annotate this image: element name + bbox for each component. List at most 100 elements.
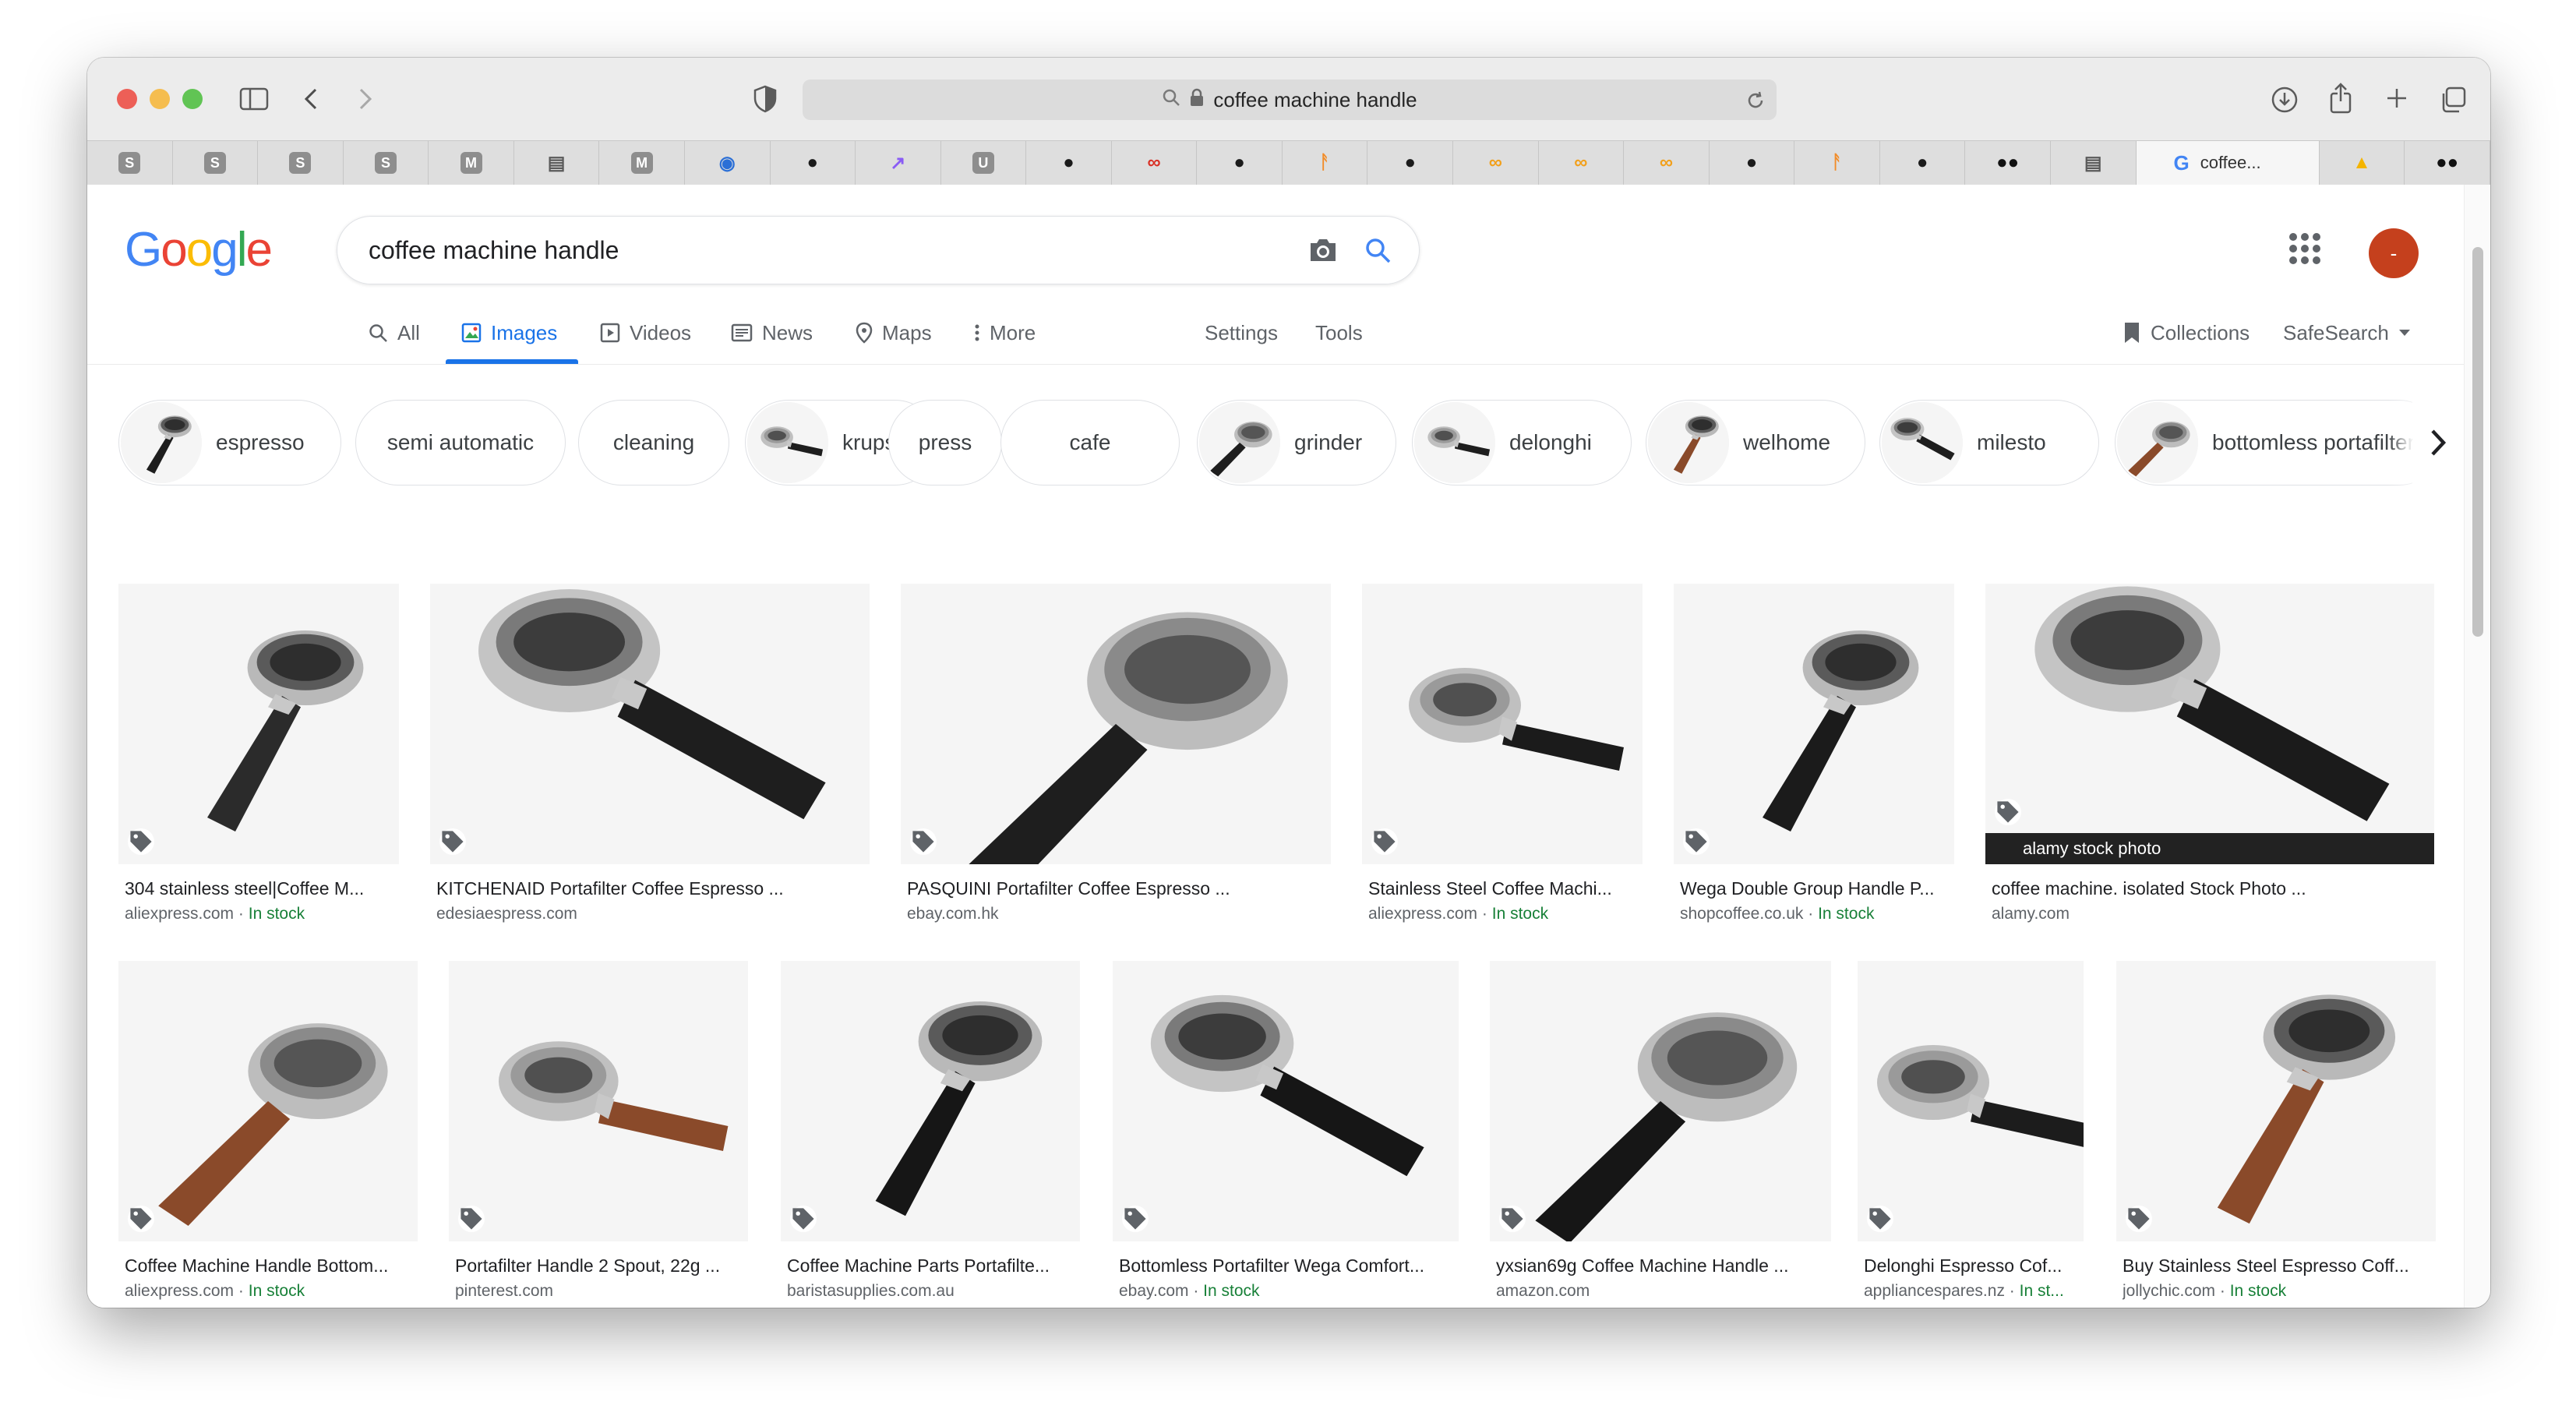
zoom-window-button[interactable] [182,89,203,109]
browser-tab[interactable]: ● [1710,141,1795,185]
collections-link[interactable]: Collections [2123,302,2250,364]
browser-tab[interactable]: S [87,141,173,185]
browser-tab[interactable]: S [173,141,259,185]
browser-tab[interactable]: U [941,141,1027,185]
result-thumbnail[interactable] [1858,961,2084,1241]
account-avatar[interactable]: - [2369,228,2419,278]
result-title[interactable]: Coffee Machine Handle Bottom... [125,1255,416,1276]
browser-tab[interactable]: ● [1026,141,1112,185]
related-search-chip[interactable]: press [888,400,1002,486]
browser-tab[interactable]: ● [1197,141,1283,185]
result-title[interactable]: KITCHENAID Portafilter Coffee Espresso .… [436,878,868,899]
result-thumbnail[interactable] [2116,961,2436,1241]
share-icon[interactable] [2325,81,2356,115]
settings-link[interactable]: Settings [1205,302,1278,364]
related-search-chip[interactable]: delonghi [1412,400,1632,486]
result-title[interactable]: 304 stainless steel|Coffee M... [125,878,397,899]
camera-icon[interactable] [1296,223,1350,277]
result-title[interactable]: Coffee Machine Parts Portafilte... [787,1255,1078,1276]
browser-tab[interactable]: ▤ [2051,141,2137,185]
result-thumbnail[interactable] [118,584,399,864]
browser-tab[interactable]: ● [1880,141,1966,185]
browser-tab[interactable]: ∞ [1112,141,1198,185]
browser-tab[interactable]: ∞ [1624,141,1710,185]
result-thumbnail[interactable] [1490,961,1831,1241]
image-result[interactable]: yxsian69g Coffee Machine Handle ... amazo… [1490,961,1831,1308]
downloads-icon[interactable] [2269,84,2300,115]
result-thumbnail[interactable] [781,961,1080,1241]
browser-tab[interactable]: ▤ [514,141,600,185]
google-logo[interactable]: Google [125,222,273,277]
browser-tab[interactable]: ● [771,141,856,185]
tab-videos[interactable]: Videos [600,302,691,364]
result-thumbnail[interactable] [430,584,870,864]
browser-tab[interactable]: ● [1367,141,1453,185]
related-search-chip[interactable]: bottomless portafilter [2115,400,2442,486]
result-title[interactable]: coffee machine. isolated Stock Photo ... [1992,878,2433,899]
related-search-chip[interactable]: cleaning [578,400,729,486]
result-title[interactable]: Wega Double Group Handle P... [1680,878,1953,899]
image-result[interactable]: Coffee Machine Parts Portafilte... barist… [781,961,1080,1308]
result-title[interactable]: Buy Stainless Steel Espresso Coff... [2123,1255,2434,1276]
browser-tab[interactable]: ◉ [685,141,771,185]
close-window-button[interactable] [117,89,137,109]
privacy-shield-icon[interactable] [751,84,779,114]
related-search-chip[interactable]: semi automatic [355,400,566,486]
browser-tab[interactable]: ●● [2405,141,2490,185]
result-thumbnail[interactable] [1674,584,1954,864]
search-input[interactable]: coffee machine handle [369,236,1296,265]
image-result[interactable]: Wega Double Group Handle P... shopcoffee.… [1674,584,1954,934]
chips-next-button[interactable] [2412,400,2464,486]
image-result[interactable]: Buy Stainless Steel Espresso Coff... joll… [2116,961,2436,1308]
image-result[interactable]: 304 stainless steel|Coffee M... aliexpres… [118,584,399,934]
result-title[interactable]: Stainless Steel Coffee Machi... [1368,878,1641,899]
google-apps-icon[interactable] [2289,233,2320,264]
result-thumbnail[interactable]: alamy stock photo [1985,584,2434,864]
browser-tab[interactable]: ᚨ [1794,141,1880,185]
browser-tab[interactable]: ▲ [2320,141,2405,185]
tab-overview-icon[interactable] [2437,84,2468,115]
browser-tab[interactable]: M [599,141,685,185]
active-browser-tab[interactable]: Gcoffee... [2136,141,2320,185]
browser-tab[interactable]: ∞ [1453,141,1539,185]
related-search-chip[interactable]: milesto [1879,400,2099,486]
image-result[interactable]: Bottomless Portafilter Wega Comfort... eb… [1113,961,1459,1308]
tab-more[interactable]: More [974,302,1036,364]
related-search-chip[interactable]: espresso [118,400,341,486]
result-thumbnail[interactable] [1362,584,1643,864]
search-submit-icon[interactable] [1350,223,1405,277]
tab-images[interactable]: Images [461,302,557,364]
forward-icon[interactable] [354,86,377,112]
related-search-chip[interactable]: welhome [1646,400,1865,486]
result-title[interactable]: yxsian69g Coffee Machine Handle ... [1496,1255,1830,1276]
result-title[interactable]: Portafilter Handle 2 Spout, 22g ... [455,1255,746,1276]
tools-link[interactable]: Tools [1315,302,1363,364]
result-thumbnail[interactable] [1113,961,1459,1241]
image-result[interactable]: Delonghi Espresso Cof... appliancespares.… [1858,961,2084,1308]
result-thumbnail[interactable] [901,584,1331,864]
result-title[interactable]: Delonghi Espresso Cof... [1864,1255,2082,1276]
page-scrollbar[interactable] [2464,185,2490,1308]
new-tab-icon[interactable] [2383,84,2411,112]
tab-news[interactable]: News [731,302,813,364]
image-result[interactable]: alamy stock photo coffee machine. isolate… [1985,584,2434,934]
scrollbar-thumb[interactable] [2472,247,2483,637]
back-icon[interactable] [299,86,323,112]
browser-tab[interactable]: S [344,141,429,185]
image-result[interactable]: Portafilter Handle 2 Spout, 22g ... pinte… [449,961,748,1308]
result-thumbnail[interactable] [449,961,748,1241]
image-result[interactable]: Coffee Machine Handle Bottom... aliexpres… [118,961,418,1308]
minimize-window-button[interactable] [150,89,170,109]
safesearch-dropdown[interactable]: SafeSearch [2283,302,2411,364]
result-title[interactable]: PASQUINI Portafilter Coffee Espresso ... [907,878,1329,899]
address-bar[interactable]: coffee machine handle [803,79,1777,120]
result-title[interactable]: Bottomless Portafilter Wega Comfort... [1119,1255,1457,1276]
image-result[interactable]: PASQUINI Portafilter Coffee Espresso ...… [901,584,1331,934]
browser-tab[interactable]: ᚨ [1283,141,1368,185]
browser-tab[interactable]: M [429,141,514,185]
related-search-chip[interactable]: grinder [1197,400,1396,486]
tab-all[interactable]: All [368,302,420,364]
image-result[interactable]: Stainless Steel Coffee Machi... aliexpres… [1362,584,1643,934]
sidebar-toggle-icon[interactable] [238,86,270,112]
image-result[interactable]: KITCHENAID Portafilter Coffee Espresso .… [430,584,870,934]
